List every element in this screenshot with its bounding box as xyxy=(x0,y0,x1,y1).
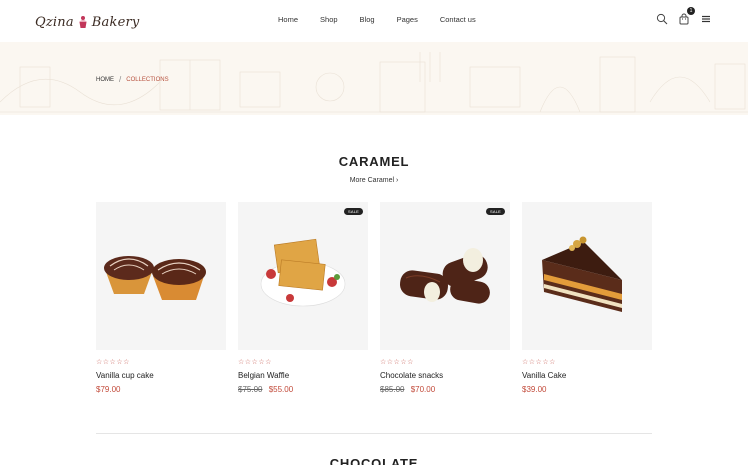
nav-contact[interactable]: Contact us xyxy=(440,15,476,24)
nav-home[interactable]: Home xyxy=(278,15,298,24)
product-image-vanilla-cake[interactable] xyxy=(522,202,652,350)
price-old: $75.00 xyxy=(238,385,263,394)
price-current: $70.00 xyxy=(410,385,436,394)
product-name[interactable]: Belgian Waffle xyxy=(238,371,368,380)
section-divider xyxy=(96,433,652,434)
nav-shop[interactable]: Shop xyxy=(320,15,338,24)
price-current: $39.00 xyxy=(522,385,547,394)
logo-text-left: Qzina xyxy=(35,14,74,30)
price-current: $55.00 xyxy=(268,385,294,394)
menu-icon[interactable] xyxy=(700,12,714,26)
main-nav: Home Shop Blog Pages Contact us xyxy=(278,15,498,24)
cupcake-logo-icon xyxy=(77,15,89,30)
cart-icon[interactable]: 1 xyxy=(678,7,695,26)
product-name[interactable]: Vanilla cup cake xyxy=(96,371,226,380)
price-old: $85.00 xyxy=(380,385,405,394)
product-image-chocolate-snacks[interactable]: SALE xyxy=(380,202,510,350)
product-price: $75.00 $55.00 xyxy=(238,385,368,394)
product-grid: ☆☆☆☆☆ Vanilla cup cake $79.00 SALE ☆☆☆☆☆… xyxy=(96,202,652,397)
section-title-chocolate: CHOCOLATE xyxy=(329,456,419,465)
header-icons: 1 xyxy=(648,7,714,26)
product-image-waffle[interactable]: SALE xyxy=(238,202,368,350)
nav-pages[interactable]: Pages xyxy=(397,15,418,24)
sale-badge: SALE xyxy=(485,208,505,215)
product-card[interactable]: ☆☆☆☆☆ Vanilla Cake $39.00 xyxy=(522,202,652,394)
rating-stars: ☆☆☆☆☆ xyxy=(96,359,130,366)
page-banner: HOME / COLLECTIONS xyxy=(0,42,748,115)
product-price: $85.00 $70.00 xyxy=(380,385,510,394)
breadcrumb-current: COLLECTIONS xyxy=(126,76,169,83)
breadcrumb-home[interactable]: HOME xyxy=(96,77,114,83)
section-title: CARAMEL xyxy=(338,154,410,169)
search-icon[interactable] xyxy=(656,12,670,26)
breadcrumb: HOME / COLLECTIONS xyxy=(96,75,169,84)
product-card[interactable]: ☆☆☆☆☆ Vanilla cup cake $79.00 xyxy=(96,202,226,394)
breadcrumb-separator: / xyxy=(119,75,122,84)
price-current: $79.00 xyxy=(96,385,121,394)
sale-badge: SALE xyxy=(343,208,363,215)
product-price: $39.00 xyxy=(522,385,652,394)
product-card[interactable]: SALE ☆☆☆☆☆ Chocolate snacks $85.00 $70.0… xyxy=(380,202,510,394)
nav-blog[interactable]: Blog xyxy=(360,15,375,24)
site-header: Qzina Bakery Home Shop Blog Pages Contac… xyxy=(0,0,748,42)
rating-stars: ☆☆☆☆☆ xyxy=(380,359,414,366)
product-name[interactable]: Chocolate snacks xyxy=(380,371,510,380)
product-card[interactable]: SALE ☆☆☆☆☆ Belgian Waffle $75.00 $55.00 xyxy=(238,202,368,394)
product-price: $79.00 xyxy=(96,385,226,394)
rating-stars: ☆☆☆☆☆ xyxy=(522,359,556,366)
rating-stars: ☆☆☆☆☆ xyxy=(238,359,272,366)
cart-count-badge: 1 xyxy=(687,7,695,15)
more-caramel-link[interactable]: More Caramel › xyxy=(0,177,748,184)
logo[interactable]: Qzina Bakery xyxy=(35,11,139,33)
product-image-cupcakes[interactable] xyxy=(96,202,226,350)
product-name[interactable]: Vanilla Cake xyxy=(522,371,652,380)
logo-text-right: Bakery xyxy=(91,14,140,30)
